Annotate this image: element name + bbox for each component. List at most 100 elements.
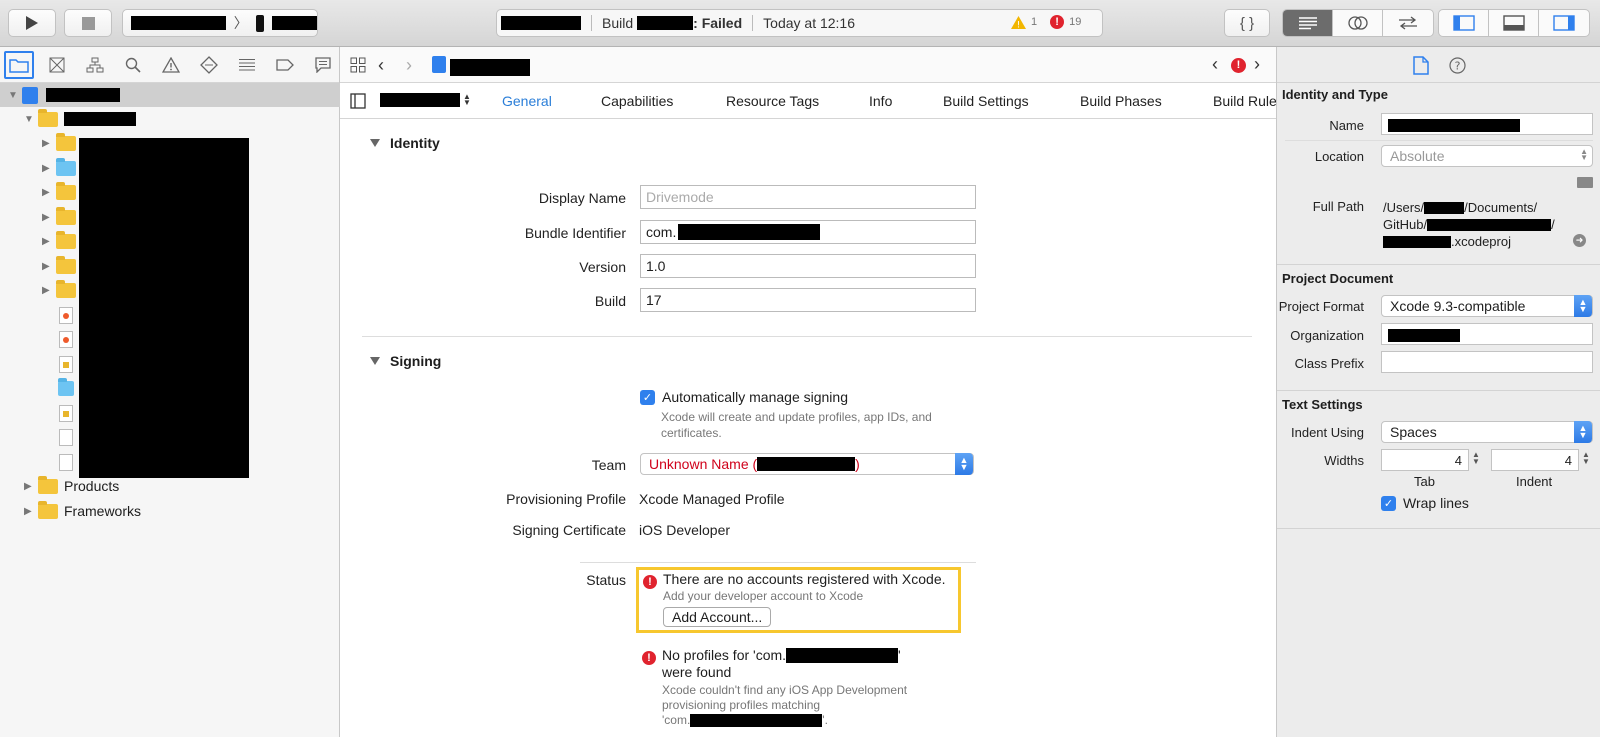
tab-build-phases[interactable]: Build Phases bbox=[1080, 93, 1162, 109]
error-icon: ! bbox=[643, 575, 657, 589]
signing-section-header[interactable]: Signing bbox=[370, 353, 441, 369]
standard-editor-button[interactable] bbox=[1283, 10, 1333, 36]
tree-item[interactable]: ▶ bbox=[42, 278, 82, 302]
products-group-row[interactable]: ▶ Products bbox=[24, 474, 119, 498]
path-line2-prefix: GitHub/ bbox=[1383, 217, 1428, 232]
scheme-name-redacted bbox=[131, 16, 226, 30]
tab-general[interactable]: General bbox=[502, 93, 552, 109]
project-root-row[interactable]: ▼ bbox=[0, 83, 340, 107]
forward-button[interactable]: › bbox=[406, 55, 412, 76]
tab-build-settings[interactable]: Build Settings bbox=[943, 93, 1029, 109]
version-field[interactable]: 1.0 bbox=[640, 254, 976, 278]
wrap-lines-checkbox[interactable]: ✓ bbox=[1381, 495, 1396, 511]
build-field[interactable]: 17 bbox=[640, 288, 976, 312]
name-field[interactable] bbox=[1381, 113, 1593, 135]
tree-item[interactable]: ▶ bbox=[42, 205, 82, 229]
disclosure-right-icon[interactable]: ▶ bbox=[42, 236, 56, 247]
help-icon[interactable]: ? bbox=[1449, 57, 1466, 74]
version-editor-button[interactable] bbox=[1383, 10, 1433, 36]
main-group-row[interactable]: ▼ bbox=[24, 107, 136, 131]
reveal-folder-icon[interactable] bbox=[1577, 177, 1593, 188]
tree-item[interactable]: ▶ bbox=[42, 180, 82, 204]
related-items-icon[interactable] bbox=[350, 57, 366, 76]
tree-item[interactable] bbox=[56, 327, 79, 351]
full-path-label: Full Path bbox=[1312, 199, 1364, 214]
scheme-selector[interactable]: 〉 bbox=[122, 9, 318, 37]
frameworks-group-row[interactable]: ▶ Frameworks bbox=[24, 499, 141, 523]
disclosure-down-icon[interactable] bbox=[370, 357, 380, 365]
disclosure-right-icon[interactable]: ▶ bbox=[42, 138, 56, 149]
tree-item[interactable] bbox=[56, 450, 79, 474]
add-account-button[interactable]: Add Account... bbox=[663, 607, 772, 627]
activity-viewer[interactable]: Build : Failed Today at 12:16 ! 1 ! 19 bbox=[496, 9, 1103, 37]
target-list-toggle-icon[interactable] bbox=[350, 93, 366, 112]
target-selector[interactable]: ▲ ▼ bbox=[380, 91, 471, 107]
tree-item[interactable] bbox=[56, 303, 79, 327]
indent-width-field[interactable]: 4 bbox=[1491, 449, 1579, 471]
tree-item[interactable]: ▶ bbox=[42, 131, 82, 155]
report-navigator-button[interactable] bbox=[308, 51, 338, 79]
bundle-identifier-field[interactable]: com. bbox=[640, 220, 976, 244]
project-navigator-button[interactable] bbox=[4, 50, 34, 79]
issue-navigator-button[interactable] bbox=[156, 51, 186, 79]
tree-item[interactable] bbox=[56, 425, 79, 449]
disclosure-down-icon[interactable] bbox=[370, 139, 380, 147]
find-navigator-button[interactable] bbox=[118, 51, 148, 79]
assistant-editor-button[interactable] bbox=[1333, 10, 1383, 36]
identity-section-header[interactable]: Identity bbox=[370, 135, 440, 151]
symbol-navigator-button[interactable] bbox=[80, 51, 110, 79]
back-button[interactable]: ‹ bbox=[378, 55, 384, 76]
library-button[interactable]: { } bbox=[1224, 9, 1270, 37]
disclosure-right-icon[interactable]: ▶ bbox=[24, 506, 38, 517]
updown-arrows-icon: ▲ ▼ bbox=[463, 91, 471, 107]
disclosure-right-icon[interactable]: ▶ bbox=[42, 261, 56, 272]
tab-capabilities[interactable]: Capabilities bbox=[601, 93, 673, 109]
indent-using-popup[interactable]: Spaces ▲ ▼ bbox=[1381, 421, 1593, 443]
text-file-icon bbox=[59, 428, 73, 446]
auto-manage-signing-checkbox[interactable]: ✓ bbox=[640, 389, 655, 405]
tab-info[interactable]: Info bbox=[869, 93, 892, 109]
disclosure-right-icon[interactable]: ▶ bbox=[42, 187, 56, 198]
debug-navigator-button[interactable] bbox=[232, 51, 262, 79]
tree-item[interactable]: ▶ bbox=[42, 254, 82, 278]
disclosure-right-icon[interactable]: ▶ bbox=[24, 481, 38, 492]
speech-bubble-icon bbox=[315, 56, 331, 73]
class-prefix-field[interactable] bbox=[1381, 351, 1593, 373]
tab-width-field[interactable]: 4 bbox=[1381, 449, 1469, 471]
tab-build-rules[interactable]: Build Rule bbox=[1213, 93, 1276, 109]
toggle-inspector-button[interactable] bbox=[1539, 10, 1589, 36]
stop-button[interactable] bbox=[64, 9, 112, 37]
disclosure-down-icon[interactable]: ▼ bbox=[24, 114, 38, 125]
project-document-header: Project Document bbox=[1282, 271, 1394, 286]
organization-field[interactable] bbox=[1381, 323, 1593, 345]
file-inspector-icon[interactable] bbox=[1413, 56, 1429, 75]
project-format-popup[interactable]: Xcode 9.3-compatible ▲ ▼ bbox=[1381, 295, 1593, 317]
next-issue-button[interactable]: › bbox=[1254, 54, 1260, 75]
run-button[interactable] bbox=[8, 9, 56, 37]
tree-item[interactable] bbox=[56, 352, 79, 376]
display-name-field[interactable]: Drivemode bbox=[640, 185, 976, 209]
team-popup[interactable]: Unknown Name ( ) ▲ ▼ bbox=[640, 453, 974, 475]
indent-width-stepper[interactable]: ▲ ▼ bbox=[1582, 450, 1590, 465]
warning-icon[interactable]: ! bbox=[1011, 15, 1026, 29]
disclosure-right-icon[interactable]: ▶ bbox=[42, 163, 56, 174]
error-icon[interactable]: ! bbox=[1050, 15, 1065, 29]
tree-item[interactable]: ▶ bbox=[42, 229, 82, 253]
tab-width-stepper[interactable]: ▲ ▼ bbox=[1472, 450, 1480, 465]
source-control-navigator-button[interactable] bbox=[42, 51, 72, 79]
tree-item[interactable]: ▶ bbox=[42, 156, 82, 180]
disclosure-down-icon[interactable]: ▼ bbox=[8, 90, 22, 101]
disclosure-right-icon[interactable]: ▶ bbox=[42, 285, 56, 296]
tab-resource-tags[interactable]: Resource Tags bbox=[726, 93, 819, 109]
test-navigator-button[interactable] bbox=[194, 51, 224, 79]
breakpoint-navigator-button[interactable] bbox=[270, 51, 300, 79]
disclosure-right-icon[interactable]: ▶ bbox=[42, 212, 56, 223]
toggle-navigator-button[interactable] bbox=[1439, 10, 1489, 36]
previous-issue-button[interactable]: ‹ bbox=[1212, 54, 1218, 75]
issue-error-icon[interactable]: ! bbox=[1231, 58, 1246, 73]
reveal-in-finder-icon[interactable]: ➜ bbox=[1573, 234, 1586, 247]
toggle-debug-area-button[interactable] bbox=[1489, 10, 1539, 36]
tree-item[interactable] bbox=[56, 376, 80, 400]
location-popup[interactable]: Absolute ▲ ▼ bbox=[1381, 145, 1593, 167]
tree-item[interactable] bbox=[56, 401, 79, 425]
